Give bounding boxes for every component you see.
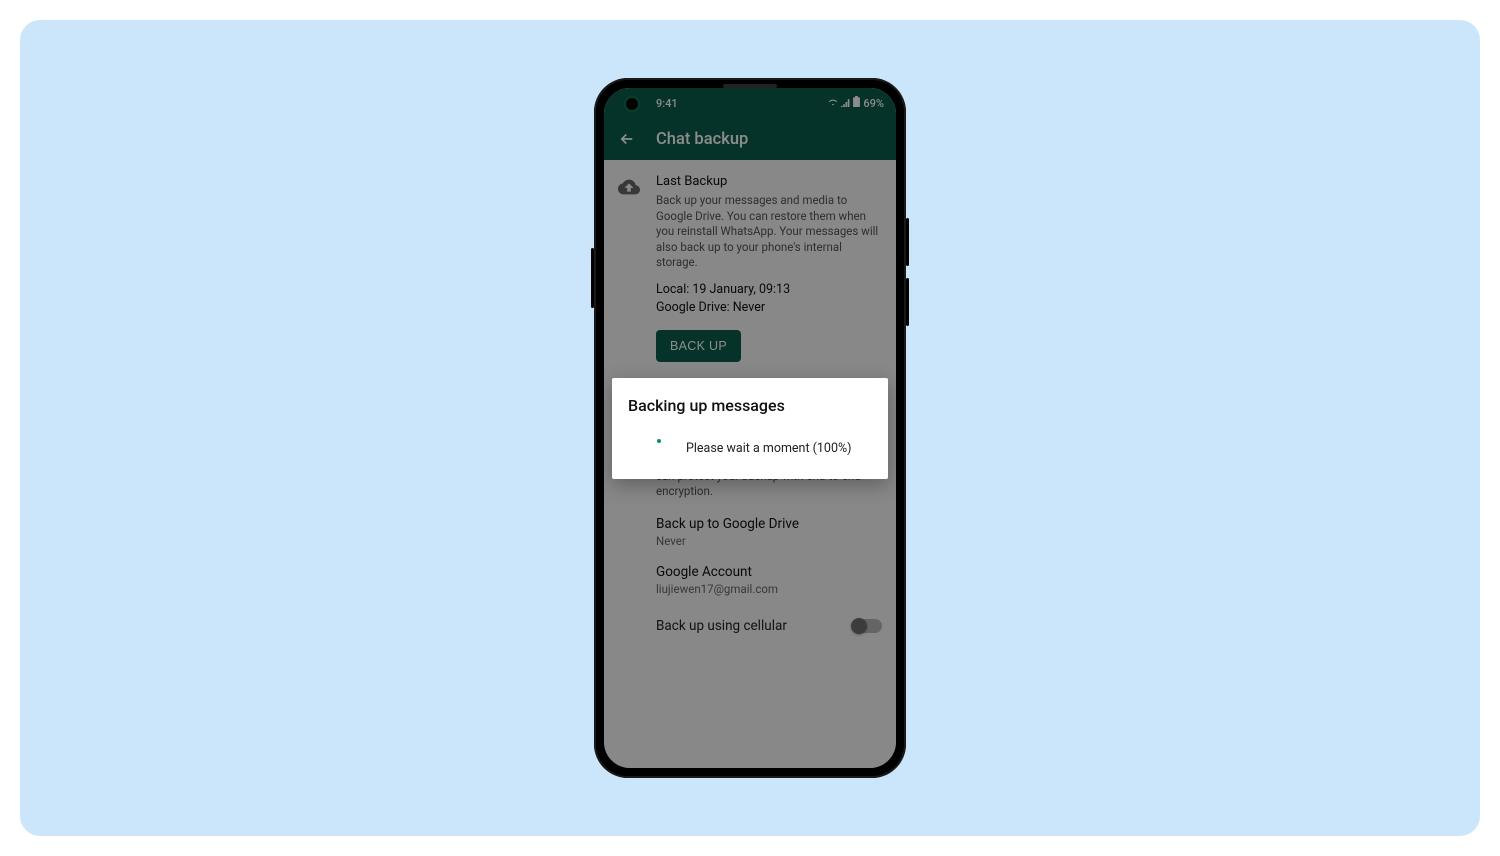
phone-screen: 9:41 69% bbox=[604, 88, 896, 768]
volume-down-button bbox=[906, 278, 909, 326]
page-background: 9:41 69% bbox=[20, 20, 1480, 836]
power-button bbox=[591, 248, 594, 308]
front-camera bbox=[626, 98, 638, 110]
dialog-title: Backing up messages bbox=[628, 396, 872, 415]
backup-progress-dialog: Backing up messages Please wait a moment… bbox=[612, 378, 888, 479]
phone-frame: 9:41 69% bbox=[594, 78, 906, 778]
volume-up-button bbox=[906, 218, 909, 266]
dialog-message: Please wait a moment (100%) bbox=[686, 441, 852, 456]
progress-spinner-icon bbox=[642, 437, 664, 459]
